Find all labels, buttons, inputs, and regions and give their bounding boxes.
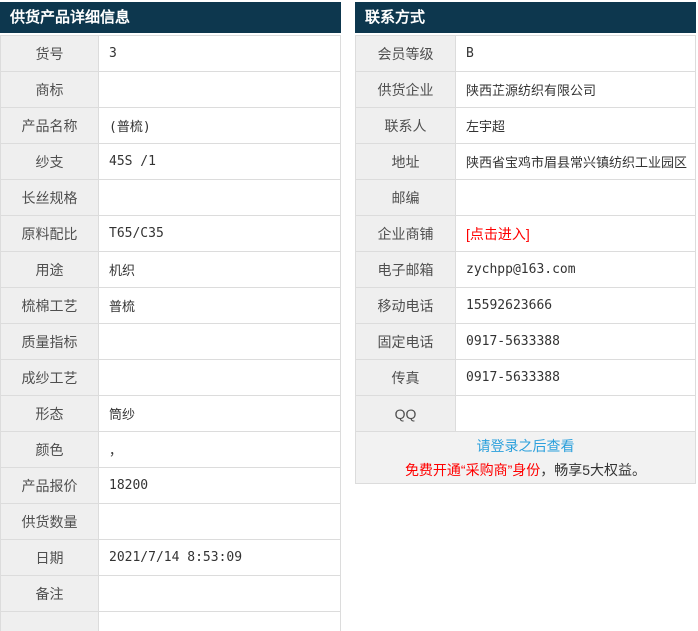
row-value	[98, 71, 341, 108]
row-label: 邮编	[355, 179, 456, 216]
row-value: [点击进入]	[455, 215, 696, 252]
login-to-view-link[interactable]: 请登录之后查看	[477, 434, 575, 458]
row-label: 纱支	[0, 143, 99, 180]
row-value: 陕西芷源纺织有限公司	[455, 71, 696, 108]
row-value: 0917-5633388	[455, 359, 696, 396]
table-row: 颜色，	[0, 431, 341, 468]
table-row: 产品报价 18200	[0, 467, 341, 504]
product-detail-title: 供货产品详细信息	[0, 2, 341, 33]
row-label: 长丝规格	[0, 179, 99, 216]
row-label: 传真	[355, 359, 456, 396]
row-label: 原料配比	[0, 215, 99, 252]
row-value: ，	[98, 431, 341, 468]
row-value: (普梳)	[98, 107, 341, 144]
row-value: 18200	[98, 467, 341, 504]
table-row: 企业商铺 [点击进入]	[355, 215, 696, 252]
row-value: 3	[98, 35, 341, 72]
row-label: 地址	[355, 143, 456, 180]
contact-panel: 联系方式 会员等级 B 供货企业 陕西芷源纺织有限公司 联系人 左宇超 地址 陕西省宝鸡市眉县…	[355, 0, 696, 484]
page: 供货产品详细信息 货号 3 商标 产品名称 (普梳) 纱支 45S /1 长丝规格 原料配比 T6…	[0, 0, 698, 631]
row-value	[98, 611, 341, 631]
promo-text-rest: ，畅享5大权益。	[540, 461, 647, 478]
table-row: 长丝规格	[0, 179, 341, 216]
row-label: 移动电话	[355, 287, 456, 324]
table-row: 邮编	[355, 179, 696, 216]
row-value: 筒纱	[98, 395, 341, 432]
promo-text: 免费开通“采购商”身份，畅享5大权益。	[405, 458, 646, 482]
shop-enter-link[interactable]: [点击进入]	[466, 226, 530, 242]
row-label: 商标	[0, 71, 99, 108]
table-row: 供货企业 陕西芷源纺织有限公司	[355, 71, 696, 108]
row-value: 普梳	[98, 287, 341, 324]
row-value: 左宇超	[455, 107, 696, 144]
table-row	[0, 611, 341, 631]
table-row: 纱支 45S /1	[0, 143, 341, 180]
row-value: 陕西省宝鸡市眉县常兴镇纺织工业园区	[455, 143, 696, 180]
table-row: QQ	[355, 395, 696, 432]
row-value	[98, 323, 341, 360]
row-value: 机织	[98, 251, 341, 288]
table-row: 传真 0917-5633388	[355, 359, 696, 396]
login-notice: 请登录之后查看 免费开通“采购商”身份，畅享5大权益。	[355, 432, 696, 484]
row-label	[0, 611, 99, 631]
table-row: 移动电话 15592623666	[355, 287, 696, 324]
row-label: 用途	[0, 251, 99, 288]
table-row: 商标	[0, 71, 341, 108]
row-label: 供货数量	[0, 503, 99, 540]
table-row: 地址 陕西省宝鸡市眉县常兴镇纺织工业园区	[355, 143, 696, 180]
product-detail-panel: 供货产品详细信息 货号 3 商标 产品名称 (普梳) 纱支 45S /1 长丝规格 原料配比 T6…	[0, 0, 341, 631]
row-value: B	[455, 35, 696, 72]
row-label: 产品报价	[0, 467, 99, 504]
row-label: 形态	[0, 395, 99, 432]
row-value: zychpp@163.com	[455, 251, 696, 288]
row-label: 产品名称	[0, 107, 99, 144]
row-label: 成纱工艺	[0, 359, 99, 396]
row-value	[98, 179, 341, 216]
table-row: 备注	[0, 575, 341, 612]
promo-text-red: 免费开通“采购商”身份	[404, 461, 541, 478]
contact-table: 会员等级 B 供货企业 陕西芷源纺织有限公司 联系人 左宇超 地址 陕西省宝鸡市眉县常兴镇纺织…	[355, 35, 696, 432]
row-label: 固定电话	[355, 323, 456, 360]
table-row: 电子邮箱 zychpp@163.com	[355, 251, 696, 288]
row-value	[455, 179, 696, 216]
row-label: 电子邮箱	[355, 251, 456, 288]
row-label: 货号	[0, 35, 99, 72]
row-label: 备注	[0, 575, 99, 612]
table-row: 会员等级 B	[355, 35, 696, 72]
row-value	[98, 503, 341, 540]
table-row: 供货数量	[0, 503, 341, 540]
row-value: T65/C35	[98, 215, 341, 252]
table-row: 梳棉工艺 普梳	[0, 287, 341, 324]
table-row: 成纱工艺	[0, 359, 341, 396]
table-row: 原料配比 T65/C35	[0, 215, 341, 252]
row-label: 供货企业	[355, 71, 456, 108]
row-value	[98, 359, 341, 396]
product-detail-table: 货号 3 商标 产品名称 (普梳) 纱支 45S /1 长丝规格 原料配比 T65/C35 用途 机织…	[0, 35, 341, 631]
table-row: 产品名称 (普梳)	[0, 107, 341, 144]
table-row: 联系人 左宇超	[355, 107, 696, 144]
row-value	[455, 395, 696, 432]
table-row: 日期 2021/7/14 8:53:09	[0, 539, 341, 576]
row-label: 日期	[0, 539, 99, 576]
table-row: 货号 3	[0, 35, 341, 72]
row-label: 会员等级	[355, 35, 456, 72]
row-value: 0917-5633388	[455, 323, 696, 360]
contact-title: 联系方式	[355, 2, 696, 33]
row-label: 梳棉工艺	[0, 287, 99, 324]
row-label: 质量指标	[0, 323, 99, 360]
table-row: 固定电话 0917-5633388	[355, 323, 696, 360]
row-value: 15592623666	[455, 287, 696, 324]
row-value	[98, 575, 341, 612]
row-label: QQ	[355, 395, 456, 432]
row-label: 颜色	[0, 431, 99, 468]
row-label: 企业商铺	[355, 215, 456, 252]
row-value: 2021/7/14 8:53:09	[98, 539, 341, 576]
row-label: 联系人	[355, 107, 456, 144]
table-row: 形态 筒纱	[0, 395, 341, 432]
table-row: 用途 机织	[0, 251, 341, 288]
row-value: 45S /1	[98, 143, 341, 180]
table-row: 质量指标	[0, 323, 341, 360]
